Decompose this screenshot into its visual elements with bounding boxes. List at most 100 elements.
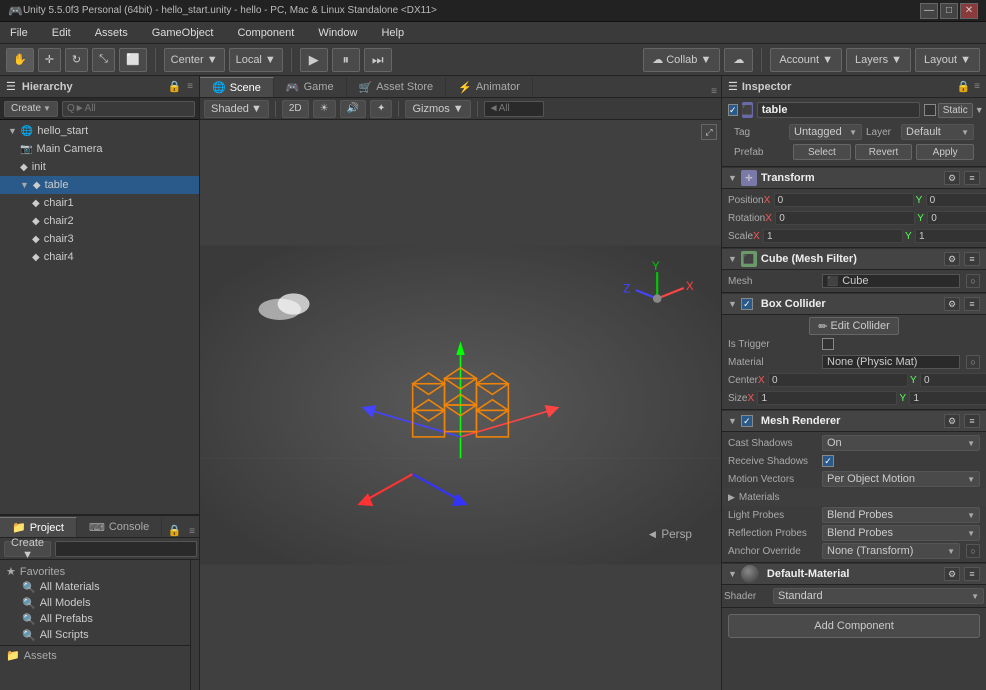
assets-header[interactable]: 📁 Assets [6,648,184,663]
tab-asset-store[interactable]: 🛒 Asset Store [347,77,447,97]
tab-scene[interactable]: 🌐 Scene [200,77,274,97]
mesh-renderer-settings-button[interactable]: ⚙ [944,414,960,428]
menu-file[interactable]: File [4,25,34,41]
maximize-viewport-button[interactable]: ⤢ [701,124,717,140]
local-global-button[interactable]: Local ▼ [229,48,283,72]
position-x-input[interactable] [774,193,914,207]
material-settings-button[interactable]: ⚙ [944,567,960,581]
cast-shadows-dropdown[interactable]: On ▼ [822,435,980,451]
2d-button[interactable]: 2D [282,100,309,118]
fav-all-scripts[interactable]: 🔍 All Scripts [6,627,184,643]
size-y-input[interactable] [909,391,986,405]
menu-component[interactable]: Component [231,25,300,41]
close-button[interactable]: ✕ [960,3,978,19]
menu-window[interactable]: Window [312,25,363,41]
tree-item-chair4[interactable]: ◆ chair4 [0,248,199,266]
favorites-header[interactable]: ★ Favorites [6,564,184,579]
mesh-select-button[interactable]: ○ [966,274,980,288]
prefab-revert-button[interactable]: Revert [855,144,913,160]
mesh-renderer-enabled[interactable]: ✓ [741,415,753,427]
tree-item-init[interactable]: ◆ init [0,158,199,176]
menu-edit[interactable]: Edit [46,25,77,41]
rotate-tool-button[interactable]: ↻ [65,48,88,72]
mesh-renderer-menu-button[interactable]: ≡ [964,414,980,428]
tag-dropdown[interactable]: Untagged ▼ [789,124,862,140]
pause-button[interactable]: ⏸ [332,48,360,72]
layer-dropdown[interactable]: Default ▼ [901,124,974,140]
account-button[interactable]: Account ▼ [770,48,842,72]
box-collider-header[interactable]: ▼ ✓ Box Collider ⚙ ≡ [722,293,986,315]
scale-y-input[interactable] [915,229,986,243]
layout-button[interactable]: Layout ▼ [915,48,980,72]
is-trigger-checkbox[interactable] [822,338,834,350]
shader-dropdown[interactable]: Standard ▼ [773,588,984,604]
cloud-button[interactable]: ☁ [724,48,753,72]
mesh-filter-header[interactable]: ▼ ⬛ Cube (Mesh Filter) ⚙ ≡ [722,248,986,270]
tree-item-chair3[interactable]: ◆ chair3 [0,230,199,248]
shaded-dropdown[interactable]: Shaded ▼ [204,100,269,118]
play-button[interactable]: ▶ [300,48,328,72]
center-y-input[interactable] [920,373,986,387]
fav-all-materials[interactable]: 🔍 All Materials [6,579,184,595]
scene-search-input[interactable] [484,101,544,117]
static-arrow[interactable]: ▼ [975,105,984,115]
hand-tool-button[interactable]: ✋ [6,48,34,72]
scale-tool-button[interactable]: ⤡ [92,48,115,72]
tree-item-table[interactable]: ▼ ◆ table [0,176,199,194]
scene-viewport[interactable]: ◄ Persp X Y Z ⤢ [200,120,721,690]
tab-console[interactable]: ⌨ Console [77,517,162,537]
assets-search-input[interactable] [55,541,197,557]
audio-button[interactable]: 🔊 [340,100,366,118]
anchor-override-dropdown[interactable]: None (Transform) ▼ [822,543,960,559]
rotation-x-input[interactable] [775,211,915,225]
move-tool-button[interactable]: ✛ [38,48,61,72]
light-probes-dropdown[interactable]: Blend Probes ▼ [822,507,980,523]
layers-button[interactable]: Layers ▼ [846,48,911,72]
collider-material-select[interactable]: ○ [966,355,980,369]
fav-all-models[interactable]: 🔍 All Models [6,595,184,611]
menu-assets[interactable]: Assets [89,25,134,41]
collab-button[interactable]: ☁ Collab ▼ [643,48,720,72]
rect-tool-button[interactable]: ⬜ [119,48,147,72]
mesh-filter-settings-button[interactable]: ⚙ [944,252,960,266]
box-collider-enabled[interactable]: ✓ [741,298,753,310]
edit-collider-button[interactable]: ✏ Edit Collider [809,317,899,335]
maximize-button[interactable]: □ [940,3,958,19]
add-component-button[interactable]: Add Component [728,614,980,638]
mesh-renderer-header[interactable]: ▼ ✓ Mesh Renderer ⚙ ≡ [722,410,986,432]
motion-vectors-dropdown[interactable]: Per Object Motion ▼ [822,471,980,487]
prefab-apply-button[interactable]: Apply [916,144,974,160]
box-collider-menu-button[interactable]: ≡ [964,297,980,311]
static-checkbox[interactable] [924,104,936,116]
fx-button[interactable]: ✦ [370,100,392,118]
object-name-input[interactable] [757,102,920,118]
box-collider-settings-button[interactable]: ⚙ [944,297,960,311]
tree-item-hello-start[interactable]: ▼ 🌐 hello_start [0,122,199,140]
tree-item-chair2[interactable]: ◆ chair2 [0,212,199,230]
tab-game[interactable]: 🎮 Game [274,77,347,97]
transform-menu-button[interactable]: ≡ [964,171,980,185]
hierarchy-search-input[interactable] [62,101,195,117]
scale-x-input[interactable] [763,229,903,243]
pivot-center-button[interactable]: Center ▼ [164,48,225,72]
menu-gameobject[interactable]: GameObject [146,25,220,41]
tab-project[interactable]: 📁 Project [0,517,77,537]
reflection-probes-dropdown[interactable]: Blend Probes ▼ [822,525,980,541]
center-x-input[interactable] [768,373,908,387]
anchor-select-button[interactable]: ○ [966,544,980,558]
prefab-select-button[interactable]: Select [793,144,851,160]
rotation-y-input[interactable] [927,211,986,225]
tree-item-chair1[interactable]: ◆ chair1 [0,194,199,212]
gizmos-dropdown[interactable]: Gizmos ▼ [405,100,470,118]
mesh-filter-menu-button[interactable]: ≡ [964,252,980,266]
fav-all-prefabs[interactable]: 🔍 All Prefabs [6,611,184,627]
hierarchy-create-button[interactable]: Create ▼ [4,101,58,117]
tab-animator[interactable]: ⚡ Animator [446,77,533,97]
receive-shadows-checkbox[interactable]: ✓ [822,455,834,467]
material-menu-button[interactable]: ≡ [964,567,980,581]
transform-component-header[interactable]: ▼ ✛ Transform ⚙ ≡ [722,167,986,189]
material-header[interactable]: ▼ Default-Material ⚙ ≡ [722,563,986,585]
size-x-input[interactable] [757,391,897,405]
object-active-checkbox[interactable]: ✓ [728,104,738,116]
tree-item-main-camera[interactable]: 📷 Main Camera [0,140,199,158]
